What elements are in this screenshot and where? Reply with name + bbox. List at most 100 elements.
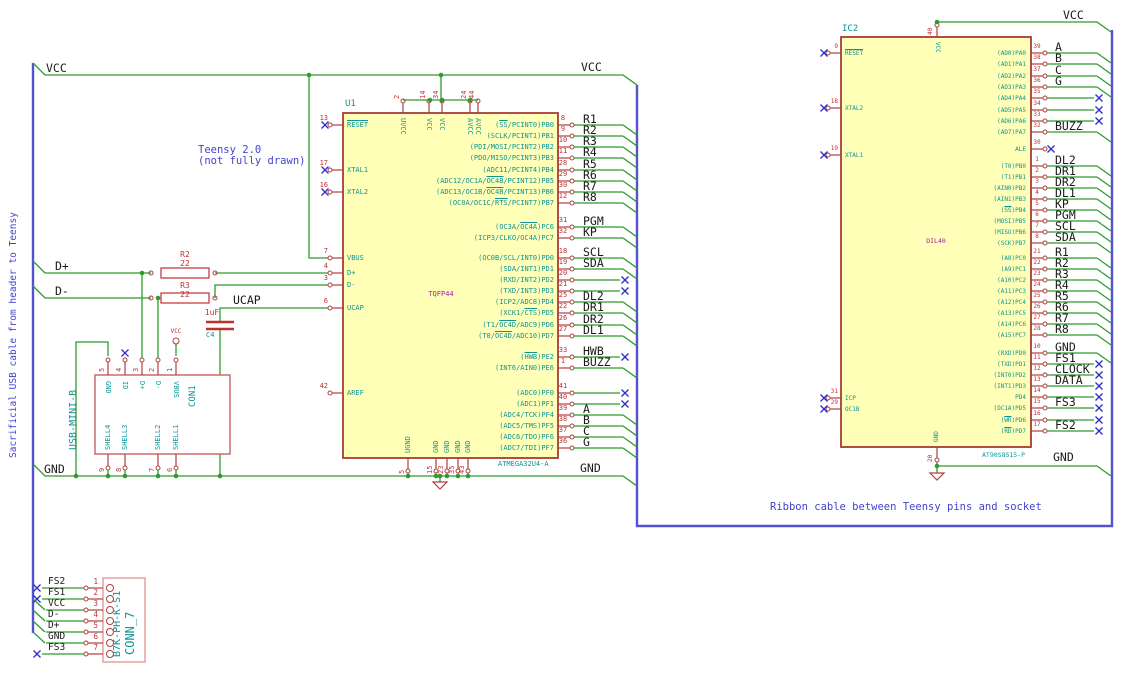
pin-number: 29: [830, 399, 838, 406]
pin-name: XTAL2: [845, 105, 864, 112]
r2-reference: R2: [180, 250, 190, 259]
pin-number: 28: [558, 159, 568, 167]
pin-number: 32: [558, 227, 568, 235]
pin-number: 1: [166, 367, 174, 372]
schematic-page: Teensy 2.0 (not fully drawn) Ribbon cabl…: [0, 0, 1131, 690]
pin-number: 12: [1033, 365, 1041, 372]
pin-number: 2: [93, 588, 98, 597]
pin-number: 10: [558, 136, 568, 144]
text-layer: Teensy 2.0 (not fully drawn) Ribbon cabl…: [0, 0, 1131, 690]
pin-name: D-: [347, 281, 356, 289]
pin-name: XTAL2: [347, 188, 369, 196]
pin-number: 5: [1035, 200, 1039, 207]
pin-number: 2: [393, 94, 401, 99]
pin-number: 1: [93, 577, 98, 586]
pin-name: (OC0A/OC1C/RTS/PCINT7)PB7: [448, 199, 554, 207]
pin-name: (AD1)PA1: [997, 61, 1026, 68]
pin-number: 25: [1033, 292, 1041, 299]
pin-name: (AD0)PA0: [997, 50, 1026, 57]
pin-number: 8: [560, 114, 566, 122]
pin-number: 38: [1033, 54, 1041, 61]
pin-number: 35: [1033, 88, 1041, 95]
net-label: FS3: [48, 642, 66, 653]
pin-number: 31: [558, 216, 568, 224]
pin-number: 16: [1033, 410, 1041, 417]
pin-number: 15: [1033, 398, 1041, 405]
note-teensy-subtitle: (not fully drawn): [198, 155, 306, 167]
ic2-part-name: AT90S8515-P: [982, 451, 1026, 459]
pin-name: (ICP3/CLKO/OC4A)PC7: [473, 234, 554, 242]
pin-name: GND: [454, 440, 462, 453]
pin-name: (OC3A/OC4A)PC6: [494, 223, 554, 231]
net-label: D-: [48, 609, 60, 620]
net-label-gnd: GND: [44, 462, 65, 476]
pin-number: 18: [830, 98, 838, 105]
r3-value: 22: [180, 290, 190, 299]
pin-name: D-: [154, 381, 162, 390]
pin-name: (T0/OC4D/ADC10)PD7: [478, 332, 554, 340]
net-label: DATA: [1055, 373, 1083, 387]
pin-number: 7: [148, 467, 156, 472]
pin-number: 21: [558, 280, 568, 288]
pin-number: 33: [558, 346, 568, 354]
pin-name: (OC0B/SCL/INT0)PD0: [478, 254, 554, 262]
pin-number: 41: [558, 382, 568, 390]
pin-number: 11: [558, 147, 568, 155]
pin-number: 17: [319, 159, 328, 167]
pin-name: (AIN0)PB2: [993, 185, 1026, 192]
net-label: R8: [583, 190, 597, 204]
r3-reference: R3: [180, 281, 190, 290]
pin-number: 28: [1033, 325, 1041, 332]
c4-value: 1uF: [204, 308, 220, 317]
pin-number: 21: [1033, 248, 1041, 255]
pin-name: (AD7)PA7: [997, 129, 1026, 136]
pin-name: (RXD)PD0: [997, 350, 1026, 357]
pin-number: 22: [558, 302, 568, 310]
pin-number: 13: [1033, 376, 1041, 383]
pin-number: 12: [558, 192, 568, 200]
net-label: BUZZ: [583, 355, 611, 369]
conn7-reference: CONN_7: [123, 611, 137, 655]
pin-number: 6: [323, 297, 328, 305]
pin-number: 42: [319, 382, 328, 390]
pin-name: (ICP2/ADC8)PD4: [494, 298, 554, 306]
pin-name: (T1/OC4D/ADC9)PD6: [482, 321, 554, 329]
pin-name: AREF: [347, 389, 364, 397]
pin-name: (SDA/INT1)PD1: [499, 265, 554, 273]
pin-number: 3: [132, 367, 140, 372]
net-label: BUZZ: [1055, 119, 1083, 133]
pin-number: 2: [148, 367, 156, 372]
pin-name: (ADC13/OC1B/OC4B/PCINT13)PB6: [435, 188, 554, 196]
pin-number: 9: [560, 125, 566, 133]
pin-number: 31: [830, 388, 838, 395]
pin-name: ID: [121, 381, 129, 390]
pin-name: (A15)PC7: [997, 332, 1026, 339]
pin-number: 26: [1033, 303, 1041, 310]
pin-name: (T1)PB1: [1000, 174, 1026, 181]
pin-number: 6: [166, 467, 174, 472]
pin-name: VCC: [425, 118, 433, 131]
pin-number: 40: [927, 27, 934, 35]
net-label: VCC: [48, 598, 66, 609]
pin-number: 4: [93, 610, 98, 619]
pin-number: 8: [115, 467, 123, 472]
pin-name: (RD)PD7: [1000, 428, 1026, 435]
net-label: R8: [1055, 322, 1069, 336]
pin-number: 34: [432, 90, 440, 99]
pin-name: (MOSI)PB5: [993, 218, 1026, 225]
net-label: FS3: [1055, 395, 1076, 409]
pin-number: 5: [398, 469, 406, 474]
pin-number: 16: [319, 181, 328, 189]
pin-name: ICP: [845, 395, 856, 402]
net-label-ucap: UCAP: [233, 293, 261, 307]
pin-name: (ADC12/OC1A/OC4B/PCINT12)PB5: [435, 177, 554, 185]
pin-name: UGND: [404, 436, 412, 453]
pin-number: 26: [558, 314, 568, 322]
pin-name: SHELL4: [104, 424, 112, 450]
pin-number: 15: [426, 465, 434, 474]
pin-number: 37: [558, 426, 568, 434]
pin-number: 1: [1035, 156, 1039, 163]
pin-number: 17: [1033, 421, 1041, 428]
pin-number: 6: [1035, 211, 1039, 218]
pin-name: (ADC1)PF1: [516, 400, 554, 408]
